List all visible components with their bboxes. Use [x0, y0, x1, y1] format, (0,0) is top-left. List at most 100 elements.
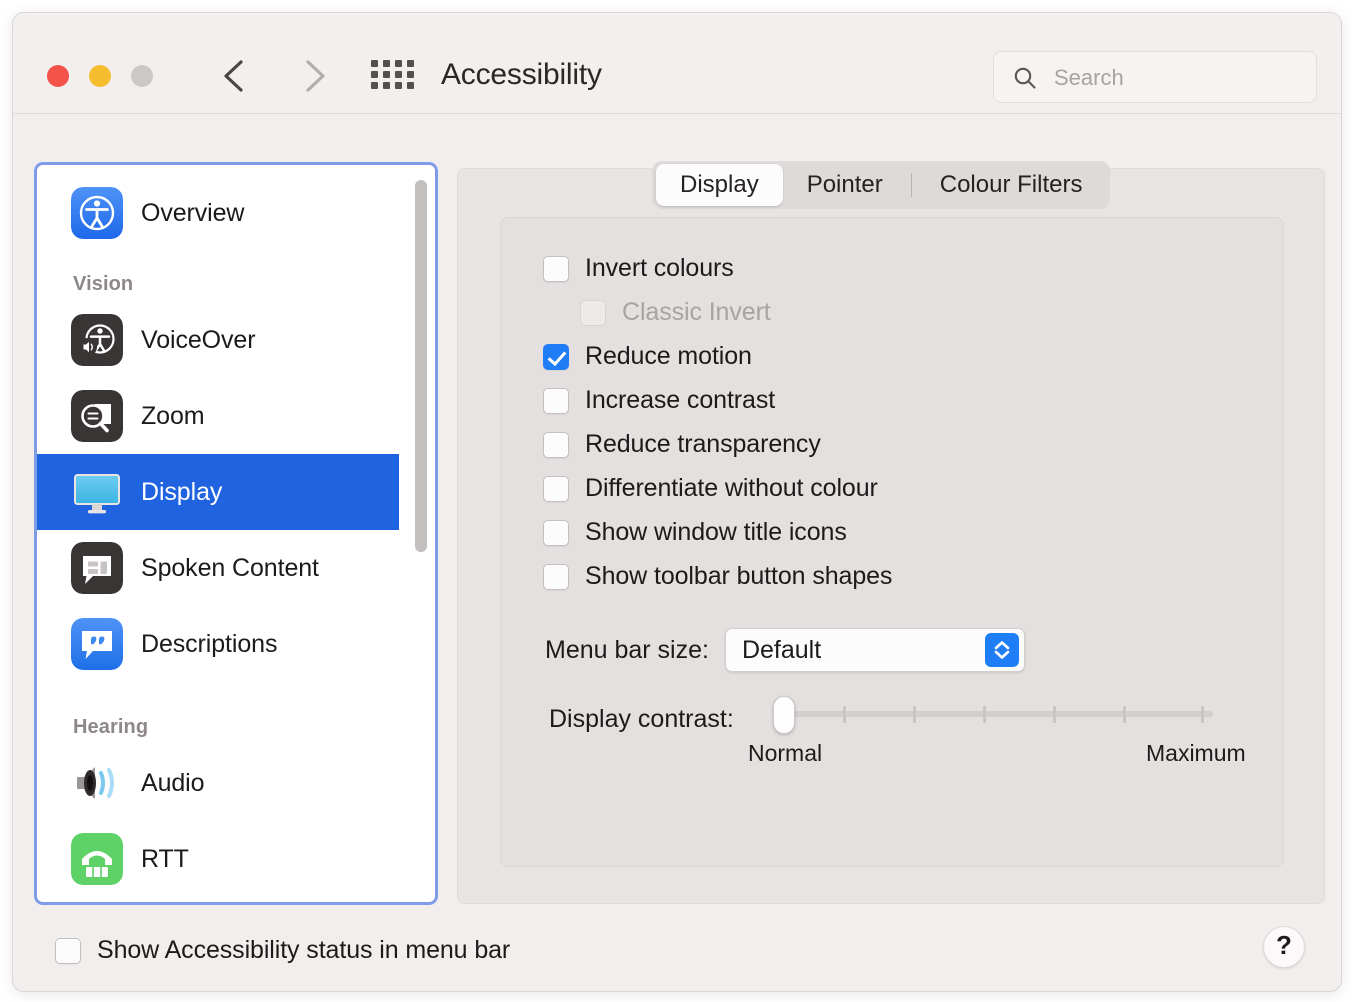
sidebar: Overview Vision: [34, 162, 438, 905]
checkbox-reduce-motion[interactable]: Reduce motion: [543, 342, 752, 371]
voiceover-icon: [71, 314, 123, 366]
menu-bar-size-label: Menu bar size:: [545, 636, 709, 665]
zoom-magnifier-icon: [71, 390, 123, 442]
checkbox-label: Show Accessibility status in menu bar: [97, 936, 510, 965]
slider-tick: [843, 706, 846, 723]
checkbox-box[interactable]: [543, 256, 569, 282]
audio-speaker-icon: [71, 757, 123, 809]
help-button[interactable]: ?: [1263, 926, 1305, 968]
checkbox-label: Show window title icons: [585, 518, 847, 547]
checkbox-box[interactable]: [543, 520, 569, 546]
slider-min-label: Normal: [748, 740, 822, 767]
display-contrast-slider[interactable]: Normal Maximum: [773, 696, 1213, 736]
accessibility-icon: [71, 187, 123, 239]
tab-segmented-control: Display Pointer Colour Filters: [652, 161, 1110, 209]
checkbox-show-window-title-icons[interactable]: Show window title icons: [543, 518, 847, 547]
checkbox-differentiate-without-colour[interactable]: Differentiate without colour: [543, 474, 878, 503]
checkbox-label: Classic Invert: [622, 298, 771, 327]
sidebar-item-audio[interactable]: Audio: [37, 745, 435, 821]
forward-button[interactable]: [294, 53, 334, 99]
sidebar-item-label: Zoom: [141, 402, 205, 431]
sidebar-item-label: VoiceOver: [141, 326, 255, 355]
zoom-button-icon[interactable]: [131, 65, 153, 87]
display-monitor-icon: [71, 466, 123, 518]
search-icon: [1012, 65, 1038, 96]
sidebar-item-spoken-content[interactable]: Spoken Content: [37, 530, 435, 606]
sidebar-scroll-area: Overview Vision: [37, 165, 435, 902]
checkbox-classic-invert: Classic Invert: [580, 298, 771, 327]
sidebar-item-label: RTT: [141, 845, 189, 874]
checkbox-box[interactable]: [543, 564, 569, 590]
slider-max-label: Maximum: [1146, 740, 1246, 767]
display-contrast-label-row: Display contrast:: [549, 705, 734, 734]
close-button-icon[interactable]: [47, 65, 69, 87]
checkbox-box[interactable]: [543, 344, 569, 370]
checkbox-box: [580, 300, 606, 326]
checkbox-increase-contrast[interactable]: Increase contrast: [543, 386, 775, 415]
slider-tick: [983, 706, 986, 723]
search-field[interactable]: Search: [993, 51, 1317, 103]
sidebar-item-label: Spoken Content: [141, 554, 319, 583]
checkbox-invert-colours[interactable]: Invert colours: [543, 254, 734, 283]
spoken-content-icon: [71, 542, 123, 594]
sidebar-item-rtt[interactable]: RTT: [37, 821, 435, 897]
menu-bar-size-value: Default: [742, 636, 821, 665]
menu-bar-size-row: Menu bar size: Default: [545, 628, 1025, 672]
chevron-updown-icon: [985, 633, 1019, 667]
question-mark-icon: ?: [1264, 930, 1304, 961]
traffic-lights: [47, 65, 153, 87]
slider-tick: [913, 706, 916, 723]
display-settings-box: Invert colours Classic Invert Reduce mot…: [500, 217, 1284, 867]
slider-tick: [1053, 706, 1056, 723]
checkbox-box[interactable]: [543, 432, 569, 458]
sidebar-scrollbar-thumb[interactable]: [415, 180, 427, 552]
tab-pointer[interactable]: Pointer: [783, 164, 907, 206]
sidebar-item-display[interactable]: Display: [37, 454, 399, 530]
window-body: Overview Vision: [13, 114, 1341, 991]
sidebar-item-descriptions[interactable]: Descriptions: [37, 606, 435, 682]
sidebar-item-label: Overview: [141, 199, 244, 228]
tab-display[interactable]: Display: [656, 164, 783, 206]
slider-thumb[interactable]: [773, 696, 795, 734]
menu-bar-size-popup[interactable]: Default: [725, 628, 1025, 672]
tab-colour-filters[interactable]: Colour Filters: [916, 164, 1107, 206]
sidebar-item-label: Display: [141, 478, 222, 507]
tab-divider: [911, 173, 912, 197]
checkbox-box[interactable]: [55, 938, 81, 964]
sidebar-item-voiceover[interactable]: VoiceOver: [37, 302, 435, 378]
chevron-right-icon: [294, 53, 334, 99]
checkbox-label: Reduce motion: [585, 342, 752, 371]
detail-panel: Display Pointer Colour Filters Invert co…: [457, 168, 1325, 904]
checkbox-label: Increase contrast: [585, 386, 775, 415]
display-contrast-label: Display contrast:: [549, 705, 734, 734]
system-preferences-window: Accessibility Search: [12, 12, 1342, 992]
sidebar-scrollbar[interactable]: [414, 170, 428, 895]
sidebar-item-zoom[interactable]: Zoom: [37, 378, 435, 454]
search-placeholder: Search: [1054, 65, 1124, 91]
page-title: Accessibility: [441, 58, 602, 92]
checkbox-box[interactable]: [543, 388, 569, 414]
checkbox-label: Show toolbar button shapes: [585, 562, 892, 591]
show-all-preferences-grid-icon[interactable]: [371, 60, 415, 92]
show-accessibility-status-row[interactable]: Show Accessibility status in menu bar: [55, 936, 510, 965]
sidebar-group-vision: Vision: [37, 251, 435, 302]
checkbox-label: Invert colours: [585, 254, 734, 283]
sidebar-item-label: Descriptions: [141, 630, 277, 659]
chevron-left-icon: [216, 53, 256, 99]
checkbox-box[interactable]: [543, 476, 569, 502]
sidebar-group-hearing: Hearing: [37, 682, 435, 745]
descriptions-icon: [71, 618, 123, 670]
sidebar-item-overview[interactable]: Overview: [37, 175, 435, 251]
checkbox-label: Differentiate without colour: [585, 474, 878, 503]
window-toolbar: Accessibility Search: [13, 13, 1341, 114]
minimize-button-icon[interactable]: [89, 65, 111, 87]
slider-tick: [1123, 706, 1126, 723]
slider-tick: [1201, 706, 1204, 723]
sidebar-item-label: Audio: [141, 769, 204, 798]
rtt-phone-icon: [71, 833, 123, 885]
checkbox-label: Reduce transparency: [585, 430, 821, 459]
slider-track[interactable]: [773, 711, 1213, 717]
back-button[interactable]: [216, 53, 256, 99]
checkbox-show-toolbar-button-shapes[interactable]: Show toolbar button shapes: [543, 562, 892, 591]
checkbox-reduce-transparency[interactable]: Reduce transparency: [543, 430, 821, 459]
